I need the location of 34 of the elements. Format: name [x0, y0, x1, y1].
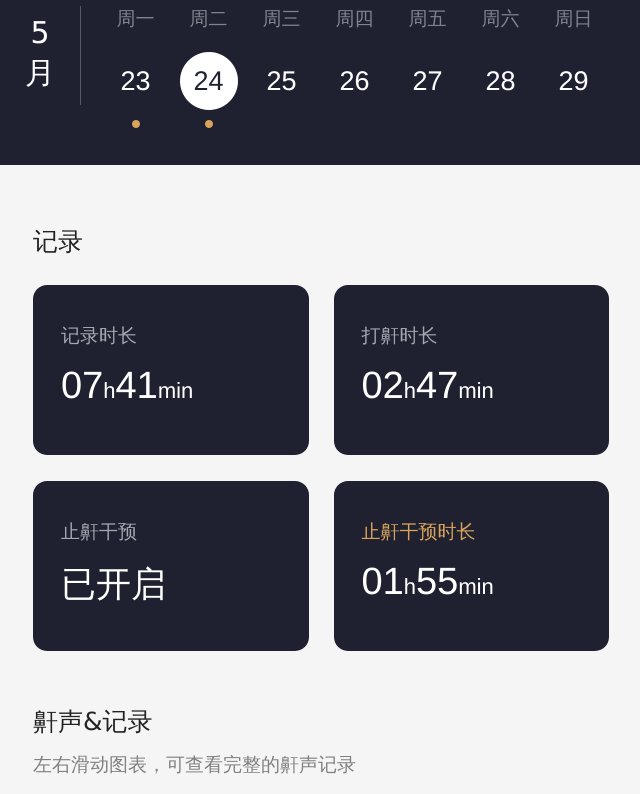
month-unit: 月: [25, 55, 55, 93]
calendar-day[interactable]: 周六 28: [464, 0, 537, 165]
date-button[interactable]: 24: [180, 52, 238, 110]
calendar-day[interactable]: 周日 29: [537, 0, 610, 165]
calendar-day[interactable]: 周三 25: [245, 0, 318, 165]
date-button[interactable]: 28: [472, 52, 530, 110]
card-label: 打鼾时长: [362, 324, 438, 349]
weekday-label: 周一: [116, 7, 154, 32]
calendar-day[interactable]: 周二 24: [172, 0, 245, 165]
card-label: 记录时长: [61, 324, 137, 349]
date-button[interactable]: 27: [398, 52, 456, 110]
duration-value: 07h41min: [61, 365, 194, 408]
date-button[interactable]: 25: [252, 52, 310, 110]
calendar-day[interactable]: 周五 27: [391, 0, 464, 165]
status-value: 已开启: [61, 564, 166, 607]
calendar-day[interactable]: 周四 26: [318, 0, 391, 165]
card-label: 止鼾干预时长: [362, 520, 476, 545]
weekday-label: 周二: [190, 7, 228, 32]
month-number: 5: [30, 15, 50, 53]
date-button[interactable]: 29: [544, 52, 602, 110]
card-label: 止鼾干预: [61, 520, 137, 545]
weekday-label: 周日: [554, 7, 592, 32]
weekday-label: 周五: [408, 7, 446, 32]
weekday-label: 周六: [482, 7, 520, 32]
duration-value: 01h55min: [362, 561, 494, 604]
weekday-label: 周四: [336, 7, 374, 32]
section-title: 记录: [33, 226, 84, 258]
calendar-day[interactable]: 周一 23: [99, 0, 172, 165]
section-title: 鼾声&记录: [33, 706, 154, 738]
date-button[interactable]: 23: [106, 52, 164, 110]
weekday-label: 周三: [262, 7, 300, 32]
duration-value: 02h47min: [362, 365, 494, 408]
date-button[interactable]: 26: [326, 52, 384, 110]
section-subtitle: 左右滑动图表，可查看完整的鼾声记录: [33, 753, 357, 778]
